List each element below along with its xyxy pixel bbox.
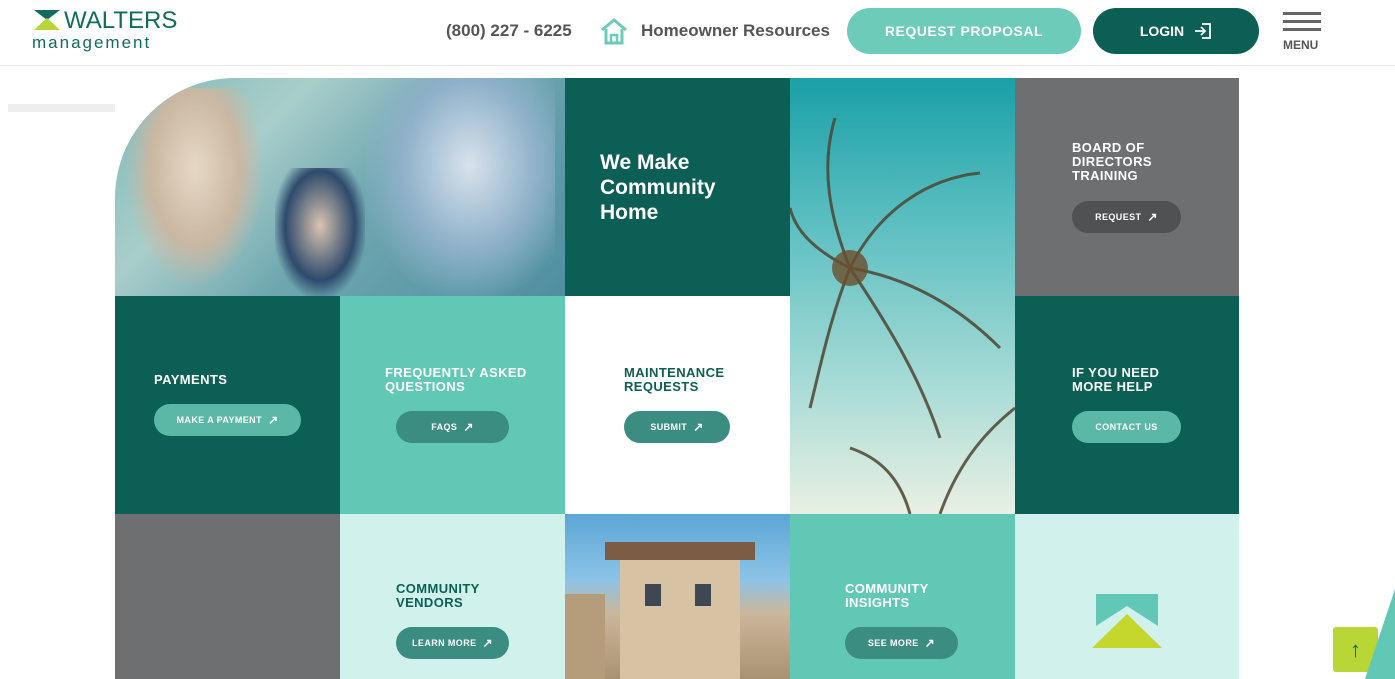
insights-title: COMMUNITY INSIGHTS xyxy=(845,581,929,610)
faq-tile: FREQUENTLY ASKED QUESTIONS FAQS ↗ xyxy=(340,296,565,514)
maintenance-tile: MAINTENANCE REQUESTS SUBMIT ↗ xyxy=(565,296,790,514)
faqs-button[interactable]: FAQS ↗ xyxy=(396,411,509,443)
phone-link[interactable]: (800) 227 - 6225 xyxy=(446,21,572,41)
login-icon xyxy=(1195,23,1212,39)
site-header: WALTERS management (800) 227 - 6225 Home… xyxy=(0,0,1395,66)
more-help-title: IF YOU NEED MORE HELP xyxy=(1072,365,1160,394)
photo-figure-man xyxy=(365,78,555,296)
photo-figure-woman xyxy=(125,88,265,288)
board-request-label: REQUEST xyxy=(1095,212,1142,222)
external-link-icon: ↗ xyxy=(693,420,704,434)
board-training-tile: BOARD OF DIRECTORS TRAINING REQUEST ↗ xyxy=(1015,78,1239,296)
teal-corner-accent xyxy=(1365,589,1395,679)
maintenance-title: MAINTENANCE REQUESTS xyxy=(624,365,725,394)
family-photo xyxy=(115,78,565,296)
learn-more-button[interactable]: LEARN MORE ↗ xyxy=(396,627,509,659)
contact-us-button[interactable]: CONTACT US xyxy=(1072,411,1181,443)
menu-button[interactable]: MENU xyxy=(1283,12,1323,54)
hero-tile: We Make Community Home xyxy=(565,78,790,296)
board-training-title: BOARD OF DIRECTORS TRAINING xyxy=(1072,140,1152,183)
external-link-icon: ↗ xyxy=(482,636,493,650)
house-photo xyxy=(565,514,790,679)
hero-headline: We Make Community Home xyxy=(600,151,716,224)
house-roof xyxy=(605,542,755,560)
hamburger-bar xyxy=(1283,28,1321,31)
vendors-title: COMMUNITY VENDORS xyxy=(396,581,480,610)
learn-more-label: LEARN MORE xyxy=(412,638,477,648)
brand-chevron-icon xyxy=(1092,594,1162,648)
external-link-icon: ↗ xyxy=(1147,210,1158,224)
logo-mark-tile xyxy=(1015,514,1239,679)
submit-label: SUBMIT xyxy=(650,422,688,432)
palm-fronds-graphic xyxy=(790,117,1015,514)
gray-tile xyxy=(115,514,340,679)
faq-title: FREQUENTLY ASKED QUESTIONS xyxy=(385,365,527,394)
faqs-label: FAQS xyxy=(431,422,458,432)
login-label: LOGIN xyxy=(1139,23,1185,39)
homeowner-resources-link[interactable]: Homeowner Resources xyxy=(641,21,830,41)
house-window xyxy=(645,584,661,606)
make-payment-button[interactable]: MAKE A PAYMENT ↗ xyxy=(154,404,301,436)
see-more-label: SEE MORE xyxy=(867,638,919,648)
vendors-tile: COMMUNITY VENDORS LEARN MORE ↗ xyxy=(340,514,565,679)
decorative-bar xyxy=(8,104,115,112)
photo-figure-child xyxy=(275,168,365,296)
payments-tile: PAYMENTS MAKE A PAYMENT ↗ xyxy=(115,296,340,514)
insights-tile: COMMUNITY INSIGHTS SEE MORE ↗ xyxy=(790,514,1015,679)
request-proposal-label: REQUEST PROPOSAL xyxy=(884,23,1044,39)
tile-grid: We Make Community Home BOARD OF DIRECTOR… xyxy=(115,78,1239,679)
palm-tree-photo xyxy=(790,78,1015,514)
hamburger-bar xyxy=(1283,12,1321,15)
board-request-button[interactable]: REQUEST ↗ xyxy=(1072,201,1181,233)
submit-button[interactable]: SUBMIT ↗ xyxy=(624,411,730,443)
house-window xyxy=(695,584,711,606)
walters-logo[interactable]: WALTERS management xyxy=(30,8,177,54)
external-link-icon: ↗ xyxy=(924,636,936,650)
make-payment-label: MAKE A PAYMENT xyxy=(176,415,262,425)
external-link-icon: ↗ xyxy=(267,413,279,427)
login-button[interactable]: LOGIN xyxy=(1093,8,1259,54)
request-proposal-button[interactable]: REQUEST PROPOSAL xyxy=(847,8,1081,54)
see-more-button[interactable]: SEE MORE ↗ xyxy=(845,627,958,659)
home-icon[interactable] xyxy=(599,17,629,45)
logo-mark-icon xyxy=(34,10,60,30)
hamburger-bar xyxy=(1283,20,1321,23)
contact-us-label: CONTACT US xyxy=(1095,422,1158,432)
menu-label: MENU xyxy=(1283,38,1319,52)
house-facade xyxy=(620,552,740,679)
payments-title: PAYMENTS xyxy=(154,372,228,387)
external-link-icon: ↗ xyxy=(463,420,474,434)
logo-text-bottom: management xyxy=(32,33,152,52)
more-help-tile: IF YOU NEED MORE HELP CONTACT US xyxy=(1015,296,1239,514)
house-neighbor xyxy=(565,594,605,679)
logo-text-top: WALTERS xyxy=(64,7,178,34)
